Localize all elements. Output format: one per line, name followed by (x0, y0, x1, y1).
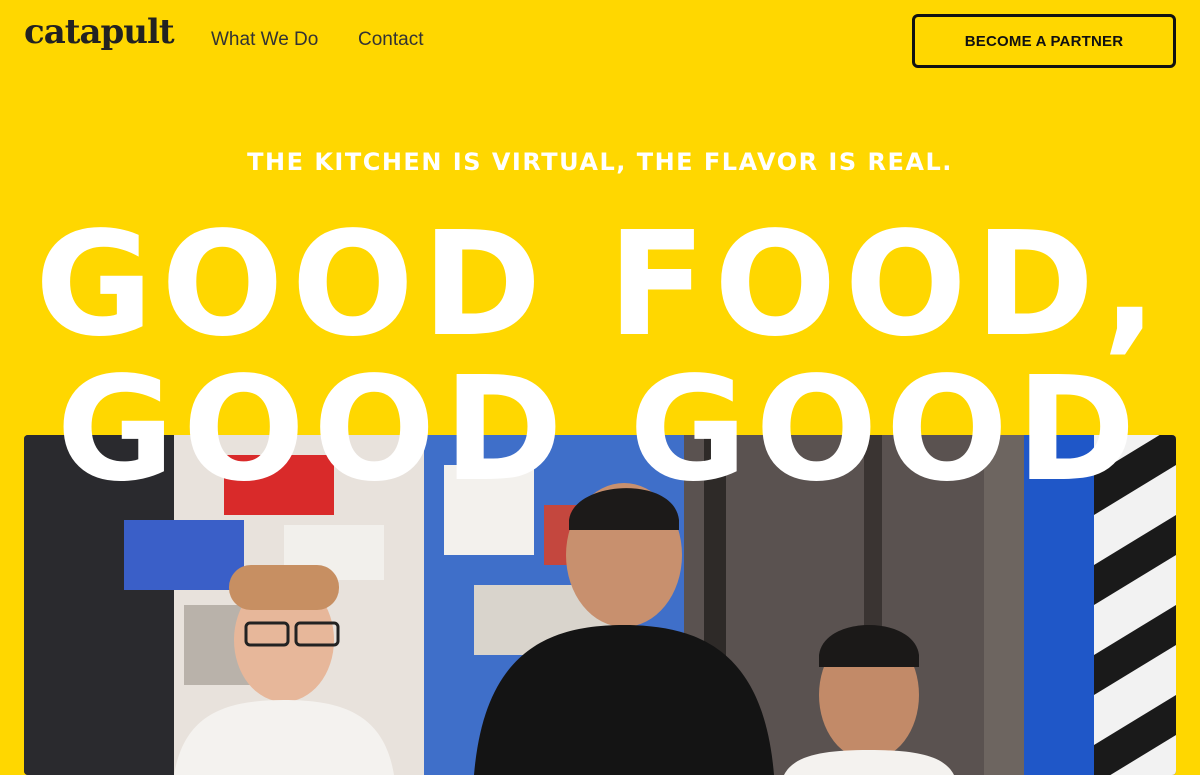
hero-tagline: THE KITCHEN IS VIRTUAL, THE FLAVOR IS RE… (247, 148, 953, 176)
top-navigation: catapult What We Do Contact BECOME A PAR… (0, 0, 1200, 82)
catapult-logo[interactable]: catapult (24, 15, 175, 49)
hero-headline-line-2: GOOD GOOD (56, 345, 1144, 513)
hero-headline-line-1: GOOD FOOD, (34, 200, 1166, 368)
nav-link-what-we-do[interactable]: What We Do (211, 29, 318, 52)
nav-link-contact[interactable]: Contact (358, 29, 423, 52)
become-partner-button[interactable]: BECOME A PARTNER (912, 14, 1176, 68)
